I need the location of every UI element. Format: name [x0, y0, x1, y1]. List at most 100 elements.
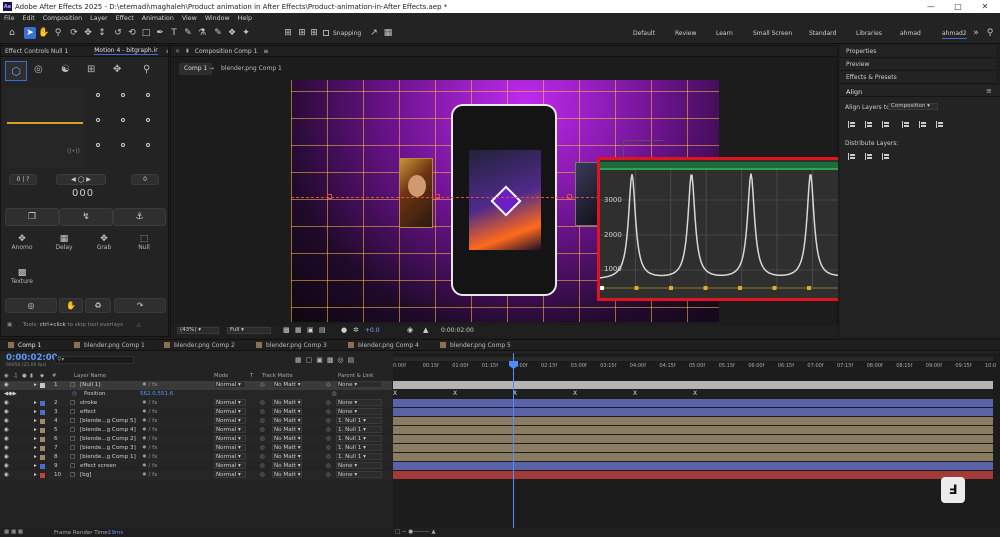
layer-parent-dropdown[interactable]: None ▾ [336, 399, 382, 406]
visibility-eye-icon[interactable]: ◉ [4, 463, 9, 469]
align-to-dropdown[interactable]: Composition ▾ [888, 103, 938, 110]
snap-grid-icon[interactable]: ▦ [382, 27, 394, 39]
track-matte-pickwhip-icon[interactable]: ◎ [260, 418, 265, 424]
hand-tool-icon[interactable]: ✋ [38, 27, 50, 39]
parent-pickwhip-icon[interactable]: ◎ [326, 472, 331, 478]
workspace-default[interactable]: Default [633, 30, 655, 37]
delay-tool[interactable]: ▦ Delay [49, 234, 79, 260]
motion-stepper[interactable]: ◀ ◯ ▶ [56, 174, 106, 185]
layer-switches-icon[interactable]: ✹ ∕ fx [142, 463, 157, 469]
layer-name[interactable]: stroke [80, 400, 97, 406]
composition-panel-title[interactable]: Composition Comp 1 [195, 48, 258, 55]
minimize-icon[interactable]: — [918, 0, 944, 13]
pan-tool-icon[interactable]: ✥ [82, 27, 94, 39]
visibility-eye-icon[interactable]: ◉ [4, 427, 9, 433]
region-icon[interactable]: ▩ [283, 326, 290, 334]
anchor-tool-icon[interactable]: ⟲ [126, 27, 138, 39]
track-matte-pickwhip-icon[interactable]: ◎ [260, 436, 265, 442]
parent-pickwhip-icon[interactable]: ◎ [326, 400, 331, 406]
exposure-value[interactable]: +0.0 [365, 327, 380, 334]
selection-tool-icon[interactable]: ➤ [24, 27, 36, 39]
layer-label-color[interactable] [40, 410, 45, 415]
orbit-tool-icon[interactable]: ⟳ [68, 27, 80, 39]
layer-row[interactable]: ◉ ▸ 5 □ [blende...g Comp 4] ✹ ∕ fx Normal ▾ ◎ No… [0, 426, 392, 435]
dolly-tool-icon[interactable]: ↕ [96, 27, 108, 39]
layer-parent-dropdown[interactable]: None ▾ [336, 408, 382, 415]
layer-matte-dropdown[interactable]: No Matt ▾ [272, 426, 302, 433]
easing-curve-preview[interactable]: ((•)) [5, 88, 85, 168]
parent-pickwhip-icon[interactable]: ◎ [326, 436, 331, 442]
layer-switches-icon[interactable]: ✹ ∕ fx [142, 418, 157, 424]
layer-mode-dropdown[interactable]: Normal ▾ [214, 408, 246, 415]
search-help-icon[interactable]: ⚲ [984, 27, 996, 39]
layer-row[interactable]: ◉ ▸ 7 □ [blende...g Comp 3] ✹ ∕ fx Normal ▾ ◎ No… [0, 444, 392, 453]
parent-pickwhip-icon[interactable]: ◎ [326, 382, 331, 388]
layer-switches-icon[interactable]: ✹ ∕ fx [142, 472, 157, 478]
visibility-eye-icon[interactable]: ◉ [4, 445, 9, 451]
motion-bounce-icon[interactable]: ☯ [61, 64, 70, 75]
layer-label-color[interactable] [40, 473, 45, 478]
motion-field-1[interactable]: 0 | ? [9, 174, 37, 185]
layer-switches-icon[interactable]: ✹ ∕ fx [142, 454, 157, 460]
anchor-dot[interactable] [96, 118, 100, 122]
layer-row[interactable]: ◉ ▸ 1 □ [Null 1] ✹ ∕ fx Normal ▾ ◎ No Matt ▾ ◎ Non… [0, 381, 392, 390]
motion-pin-icon[interactable]: ◎ [34, 64, 43, 75]
track-matte-pickwhip-icon[interactable]: ◎ [260, 400, 265, 406]
layer-label-color[interactable] [40, 455, 45, 460]
close-icon[interactable]: ✕ [972, 0, 998, 13]
expand-chevron-icon[interactable]: ▸ [34, 382, 37, 388]
snapshot-icon[interactable]: ◉ [407, 326, 413, 334]
motion-search-icon[interactable]: ⚲ [143, 64, 150, 75]
layer-label-color[interactable] [40, 419, 45, 424]
align-left-icon[interactable] [848, 121, 856, 128]
timeline-tab-comp-1[interactable]: Comp 1 [4, 340, 45, 350]
layer-row[interactable]: ◉ ▸ 10 □ [bg] ✹ ∕ fx Normal ▾ ◎ No Matt ▾ ◎ None ▾ [0, 471, 392, 480]
expand-chevron-icon[interactable]: ▸ [34, 454, 37, 460]
layer-name[interactable]: [blende...g Comp 2] [80, 436, 136, 442]
layer-parent-dropdown[interactable]: 1. Null 1 ▾ [336, 435, 382, 442]
layer-row[interactable]: ◉ ▸ 6 □ [blende...g Comp 2] ✹ ∕ fx Normal ▾ ◎ No… [0, 435, 392, 444]
timeline-timecode[interactable]: 0:00:02:00 [6, 353, 58, 363]
layer-name[interactable]: [blende...g Comp 1] [80, 454, 136, 460]
layer-name-header[interactable]: Layer Name [74, 373, 106, 379]
motion-move-icon[interactable]: ✥ [113, 64, 121, 75]
eraser-tool-icon[interactable]: ✎ [212, 27, 224, 39]
anchor-dot[interactable] [146, 93, 150, 97]
layer-row[interactable]: ◉ ▸ 3 □ effect ✹ ∕ fx Normal ▾ ◎ No Matt ▾ ◎ None … [0, 408, 392, 417]
path-handle-icon[interactable] [435, 194, 440, 199]
rectangle-tool-icon[interactable]: □ [140, 27, 152, 39]
expand-chevron-icon[interactable]: ▸ [34, 436, 37, 442]
menu-animation[interactable]: Animation [138, 15, 178, 22]
clone-tool-icon[interactable]: ⚗ [196, 27, 208, 39]
layer-label-color[interactable] [40, 428, 45, 433]
pen-tool-icon[interactable]: ✒ [154, 27, 166, 39]
timeline-track-area[interactable]: 0:00f 00:15f 01:00f 01:15f 02:00f 02:15f 03:00… [393, 353, 1000, 537]
visibility-eye-icon[interactable]: ◉ [4, 436, 9, 442]
texture-tool[interactable]: ▩ Texture [7, 268, 37, 294]
layer-matte-dropdown[interactable]: No Matt ▾ [272, 417, 302, 424]
parent-header[interactable]: Parent & Link [338, 373, 373, 379]
motion-curve-button[interactable]: ↷ [114, 298, 166, 313]
layer-mode-dropdown[interactable]: Normal ▾ [214, 435, 246, 442]
home-icon[interactable]: ⌂ [6, 27, 18, 39]
motion-grid-icon[interactable]: ⊞ [87, 64, 95, 75]
layer-parent-dropdown[interactable]: 1. Null 1 ▾ [336, 453, 382, 460]
layer-mode-dropdown[interactable]: Normal ▾ [214, 399, 246, 406]
motion-anchor-button[interactable]: ⚓ [113, 208, 166, 226]
workspace-small-screen[interactable]: Small Screen [753, 30, 792, 37]
distribute-right-icon[interactable] [882, 153, 890, 160]
expand-chevron-icon[interactable]: ▸ [34, 463, 37, 469]
track-matte-pickwhip-icon[interactable]: ◎ [260, 409, 265, 415]
layer-matte-dropdown[interactable]: No Matt ▾ [272, 435, 302, 442]
mode-header[interactable]: Mode [214, 373, 228, 379]
parent-pickwhip-icon[interactable]: ◎ [326, 409, 331, 415]
properties-panel-tab[interactable]: Properties [840, 45, 996, 58]
zoom-tool-icon[interactable]: ⚲ [52, 27, 64, 39]
workspace-standard[interactable]: Standard [809, 30, 836, 37]
layer-matte-dropdown[interactable]: No Matt ▾ [272, 408, 302, 415]
align-vcenter-icon[interactable] [919, 121, 927, 128]
null-tool[interactable]: ⬚ Null [129, 234, 159, 260]
visibility-eye-icon[interactable]: ◉ [4, 409, 9, 415]
keyframe-icon[interactable]: X [573, 390, 577, 397]
grab-tool[interactable]: ✥ Grab [89, 234, 119, 260]
